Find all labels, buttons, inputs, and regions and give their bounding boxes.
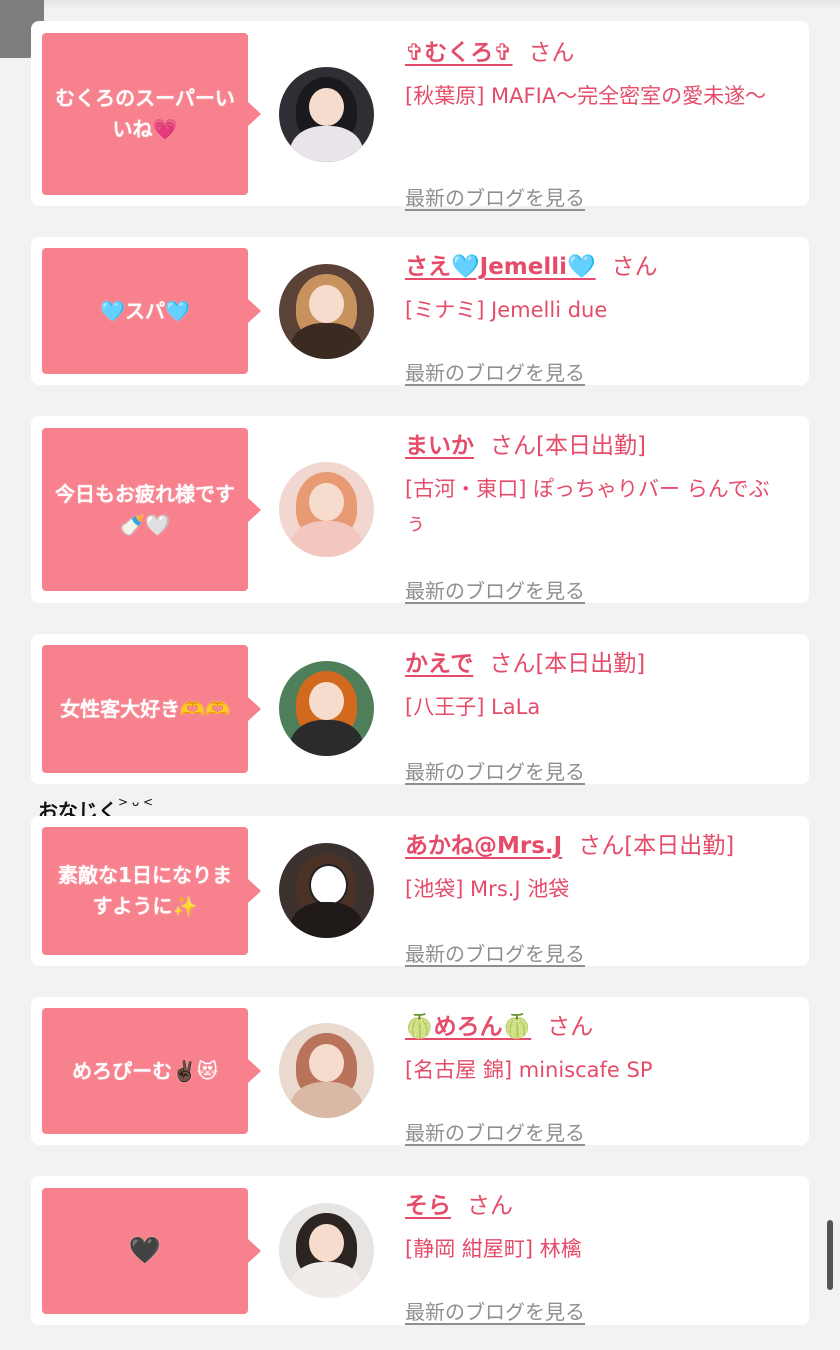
message-bubble: 🖤 (42, 1188, 261, 1314)
honorific: さん[本日出勤] (490, 433, 646, 459)
name-line: あかね@Mrs.J さん[本日出勤] (405, 832, 789, 860)
list-item: 今日もお疲れ様です🍼🤍 まいか さん[本日出勤] [古河・東口] ぽっちゃりバー … (31, 416, 809, 603)
shop-name: [古河・東口] ぽっちゃりバー らんでぶぅ (405, 477, 770, 535)
list-item: 女性客大好き🫶🫶 かえで さん[本日出勤] [八王子] LaLa 最新のブログを見… (31, 634, 809, 784)
avatar[interactable] (279, 1023, 374, 1118)
scrollbar[interactable] (827, 1220, 833, 1290)
shop-name: [秋葉原] MAFIA〜完全密室の愛未遂〜 (405, 84, 767, 108)
latest-blog-link[interactable]: 最新のブログを見る (405, 575, 585, 604)
message-bubble: 素敵な1日になりますように✨ (42, 827, 261, 955)
shop-name: [静岡 紺屋町] 林檎 (405, 1237, 582, 1261)
user-name-link[interactable]: まいか (405, 433, 474, 459)
user-name-link[interactable]: そら (405, 1193, 451, 1219)
honorific: さん (528, 40, 575, 66)
latest-blog-link[interactable]: 最新のブログを見る (405, 1296, 585, 1325)
honorific: さん[本日出勤] (578, 833, 735, 859)
honorific: さん[本日出勤] (489, 651, 646, 677)
shop-name: [名古屋 錦] miniscafe SP (405, 1058, 653, 1082)
latest-blog-link[interactable]: 最新のブログを見る (405, 182, 585, 211)
list-item: めろぴーむ✌🏿😻 🍈めろん🍈 さん [名古屋 錦] miniscafe SP 最新… (31, 997, 809, 1145)
list-item: 🩵スパ🩵 さえ🩵Jemelli🩵 さん [ミナミ] Jemelli due 最新の… (31, 237, 809, 385)
honorific: さん (611, 254, 658, 280)
user-name-link[interactable]: 🍈めろん🍈 (405, 1014, 531, 1040)
avatar[interactable] (279, 462, 374, 557)
list-item: むくろのスーパーいいね💗 ✞むくろ✞ さん [秋葉原] MAFIA〜完全密室の愛未… (31, 21, 809, 210)
honorific: さん (467, 1193, 513, 1219)
avatar[interactable] (279, 1203, 374, 1298)
latest-blog-link[interactable]: 最新のブログを見る (405, 357, 585, 386)
user-name-link[interactable]: ✞むくろ✞ (405, 40, 513, 66)
user-name-link[interactable]: さえ🩵Jemelli🩵 (405, 254, 596, 280)
avatar[interactable] (279, 67, 374, 162)
shop-name: [池袋] Mrs.J 池袋 (405, 877, 570, 901)
message-bubble: めろぴーむ✌🏿😻 (42, 1008, 261, 1134)
user-name-link[interactable]: かえで (405, 651, 473, 677)
avatar[interactable] (279, 661, 374, 756)
latest-blog-link[interactable]: 最新のブログを見る (405, 1117, 585, 1146)
shop-name: [ミナミ] Jemelli due (405, 298, 608, 322)
latest-blog-link[interactable]: 最新のブログを見る (405, 756, 585, 785)
avatar[interactable] (279, 264, 374, 359)
message-bubble: 今日もお疲れ様です🍼🤍 (42, 428, 261, 591)
message-bubble: 🩵スパ🩵 (42, 248, 261, 374)
name-line: 🍈めろん🍈 さん (405, 1013, 789, 1041)
list-item: 素敵な1日になりますように✨ あかね@Mrs.J さん[本日出勤] [池袋] Mr… (31, 816, 809, 966)
top-strip (0, 0, 840, 10)
handwritten-face: > ᴗ < (118, 795, 154, 809)
list-item: 🖤 そら さん [静岡 紺屋町] 林檎 最新のブログを見る (31, 1176, 809, 1325)
name-line: かえで さん[本日出勤] (405, 650, 789, 678)
latest-blog-link[interactable]: 最新のブログを見る (405, 938, 585, 967)
shop-name: [八王子] LaLa (405, 695, 541, 719)
avatar[interactable] (279, 843, 374, 938)
name-line: そら さん (405, 1192, 789, 1220)
honorific: さん (547, 1014, 594, 1040)
message-bubble: むくろのスーパーいいね💗 (42, 33, 261, 195)
name-line: さえ🩵Jemelli🩵 さん (405, 253, 789, 281)
user-name-link[interactable]: あかね@Mrs.J (405, 833, 562, 859)
name-line: ✞むくろ✞ さん (405, 39, 789, 67)
name-line: まいか さん[本日出勤] (405, 432, 789, 460)
message-bubble: 女性客大好き🫶🫶 (42, 645, 261, 773)
